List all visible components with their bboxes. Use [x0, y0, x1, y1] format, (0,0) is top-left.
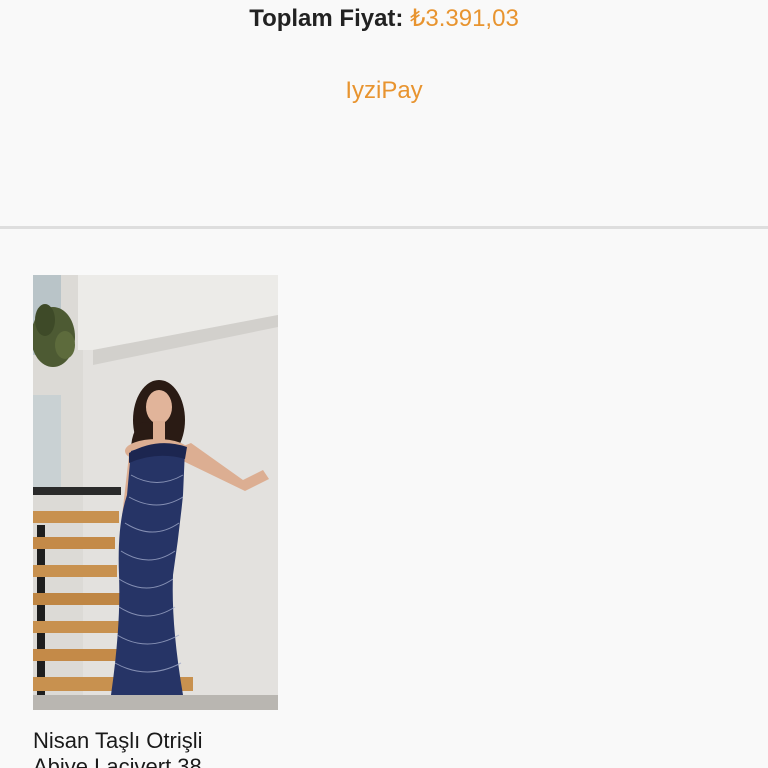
total-price-row: Toplam Fiyat: ₺3.391,03	[0, 4, 768, 34]
product-image[interactable]	[33, 275, 278, 710]
product-card[interactable]: Nisan Taşlı Otrişli Abiye Lacivert 38	[33, 275, 278, 768]
product-photo-illustration	[33, 275, 278, 710]
total-price-label: Toplam Fiyat:	[249, 5, 404, 32]
product-title[interactable]: Nisan Taşlı Otrişli Abiye Lacivert 38	[33, 728, 333, 768]
section-divider	[0, 226, 768, 229]
product-title-line-1: Nisan Taşlı Otrişli	[33, 728, 203, 753]
order-summary-page: Toplam Fiyat: ₺3.391,03 IyziPay Nisan Ta…	[0, 0, 768, 768]
payment-method-link[interactable]: IyziPay	[0, 76, 768, 106]
total-price-value: ₺3.391,03	[410, 5, 519, 32]
product-title-line-2: Abiye Lacivert 38	[33, 754, 202, 768]
